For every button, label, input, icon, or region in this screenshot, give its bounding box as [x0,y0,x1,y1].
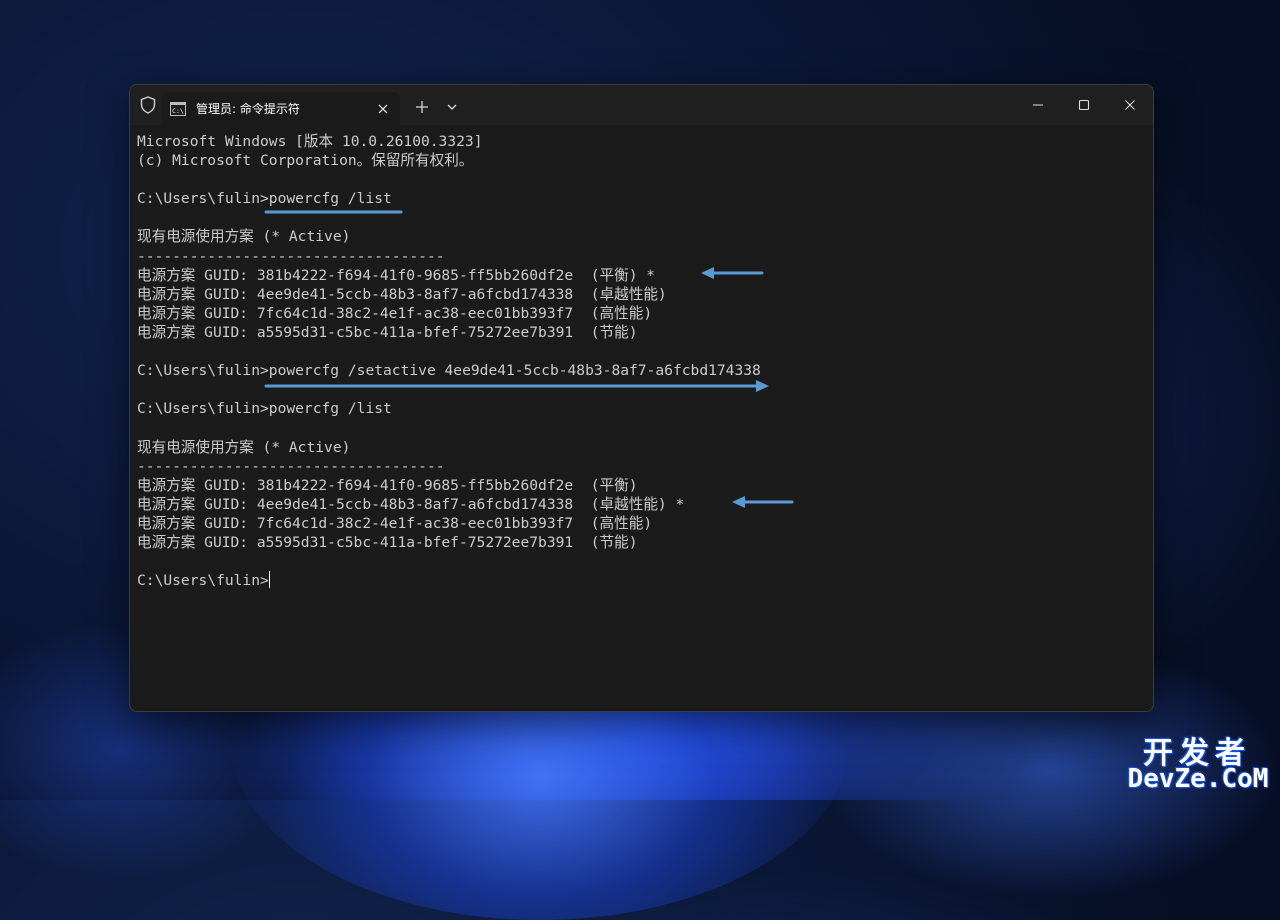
plus-icon [416,101,428,113]
console-line: C:\Users\fulin>powercfg /list [137,400,392,418]
chevron-down-icon [447,104,457,110]
tab-title: 管理员: 命令提示符 [196,102,300,116]
console-line: 电源方案 GUID: 4ee9de41-5ccb-48b3-8af7-a6fcb… [137,495,685,513]
console-output[interactable]: Microsoft Windows [版本 10.0.26100.3323] (… [137,125,1142,711]
maximize-button[interactable] [1061,91,1107,119]
maximize-icon [1078,99,1090,111]
minimize-icon [1033,104,1043,106]
console-line: 现有电源使用方案 (* Active) [137,438,351,456]
tab-dropdown-button[interactable] [440,95,464,119]
console-line: 电源方案 GUID: a5595d31-c5bc-411a-bfef-75272… [137,533,638,551]
tab-command-prompt[interactable]: C:\ 管理员: 命令提示符 [162,92,400,125]
console-line: 电源方案 GUID: 7fc64c1d-38c2-4e1f-ac38-eec01… [137,514,653,532]
console-line: C:\Users\fulin>powercfg /list [137,190,392,208]
watermark-logo: 开发者 DevZe.CoM [1118,728,1278,798]
console-line: Microsoft Windows [版本 10.0.26100.3323] [137,133,483,150]
new-tab-button[interactable] [410,95,434,119]
terminal-window: C:\ 管理员: 命令提示符 Microsoft Windows [版本 10.… [129,84,1154,712]
close-icon[interactable] [376,101,390,115]
console-line: 现有电源使用方案 (* Active) [137,228,351,246]
console-line: 电源方案 GUID: a5595d31-c5bc-411a-bfef-75272… [137,323,638,341]
watermark-en: DevZe.CoM [1127,764,1269,794]
title-bar[interactable]: C:\ 管理员: 命令提示符 [130,85,1153,125]
minimize-button[interactable] [1015,91,1061,119]
console-line: (c) Microsoft Corporation。保留所有权利。 [137,152,474,170]
console-line: ----------------------------------- [137,457,445,475]
console-prompt: C:\Users\fulin> [137,572,269,590]
console-line: C:\Users\fulin>powercfg /setactive 4ee9d… [137,362,761,380]
console-line: 电源方案 GUID: 381b4222-f694-41f0-9685-ff5bb… [137,266,656,284]
close-window-button[interactable] [1107,91,1153,119]
shield-icon [138,95,158,115]
svg-text:C:\: C:\ [172,107,184,115]
console-line: 电源方案 GUID: 381b4222-f694-41f0-9685-ff5bb… [137,476,638,494]
cmd-icon: C:\ [170,101,186,116]
text-cursor [268,571,270,589]
console-line: 电源方案 GUID: 4ee9de41-5ccb-48b3-8af7-a6fcb… [137,285,667,303]
console-line: ----------------------------------- [137,247,445,265]
console-prompt-line[interactable]: C:\Users\fulin> [137,571,1142,590]
console-line: 电源方案 GUID: 7fc64c1d-38c2-4e1f-ac38-eec01… [137,304,653,322]
close-icon [1125,100,1135,110]
